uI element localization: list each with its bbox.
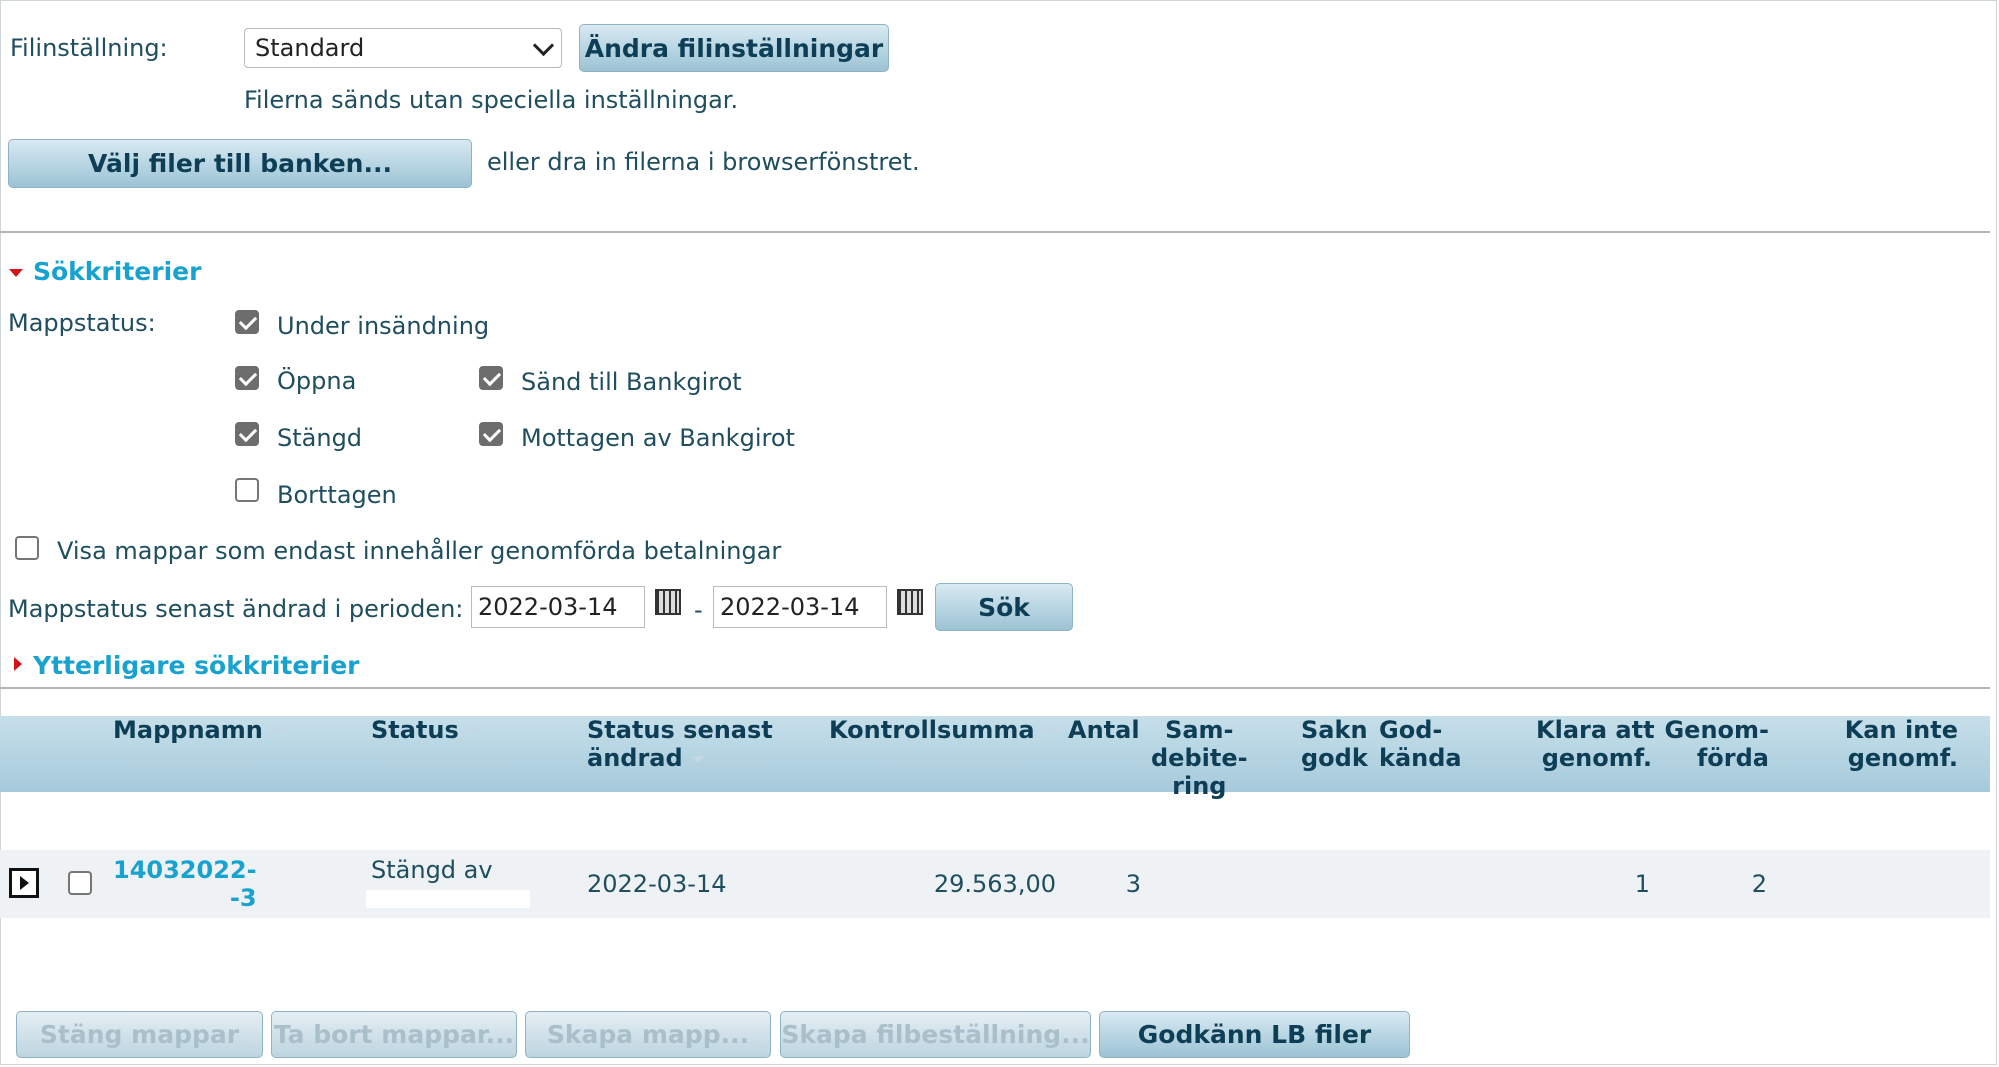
- label-under-sending: Under insändning: [277, 312, 490, 340]
- row-select-checkbox[interactable]: [68, 871, 92, 895]
- close-folders-button[interactable]: Stäng mappar: [16, 1011, 263, 1058]
- divider-top: [0, 231, 1990, 233]
- col-count: Antal: [1068, 716, 1140, 744]
- file-setting-selected-value: Standard: [255, 34, 365, 62]
- period-label: Mappstatus senast ändrad i perioden:: [8, 595, 464, 623]
- calendar-icon[interactable]: [655, 589, 681, 615]
- row-count: 3: [1125, 870, 1141, 898]
- create-file-order-button[interactable]: Skapa filbeställning...: [780, 1011, 1091, 1058]
- date-to-input[interactable]: 2022-03-14: [713, 586, 887, 628]
- chevron-down-icon: [532, 34, 555, 57]
- expand-arrow-icon[interactable]: [14, 657, 22, 671]
- row-status-changed: 2022-03-14: [587, 870, 727, 898]
- checkbox-open[interactable]: [235, 366, 259, 390]
- checkbox-received-bankgirot[interactable]: [479, 422, 503, 446]
- col-folder-name[interactable]: Mappnamn: [113, 716, 285, 744]
- collapse-arrow-icon[interactable]: [9, 269, 23, 277]
- delete-folders-button[interactable]: Ta bort mappar...: [271, 1011, 517, 1058]
- date-from-value: 2022-03-14: [478, 593, 618, 621]
- col-failed: Kan inte genomf.: [1844, 716, 1958, 772]
- col-checksum[interactable]: Kontrollsumma: [829, 716, 1057, 744]
- label-deleted: Borttagen: [277, 481, 397, 509]
- col-status[interactable]: Status: [371, 716, 481, 744]
- more-criteria-toggle[interactable]: Ytterligare sökkriterier: [33, 651, 359, 680]
- col-ready: Klara att genomf.: [1536, 716, 1655, 772]
- approve-lb-files-button[interactable]: Godkänn LB filer: [1099, 1011, 1410, 1058]
- sort-icon: [1042, 727, 1057, 735]
- checkbox-sent-bankgirot[interactable]: [479, 366, 503, 390]
- file-setting-select[interactable]: Standard: [244, 28, 562, 68]
- file-setting-label: Filinställning:: [10, 34, 168, 62]
- col-co-debit: Sam- debite- ring: [1151, 716, 1248, 800]
- checkbox-under-sending[interactable]: [235, 310, 259, 334]
- label-closed: Stängd: [277, 424, 363, 452]
- label-open: Öppna: [277, 367, 357, 395]
- date-separator: -: [694, 596, 703, 624]
- col-status-changed[interactable]: Status senast ändrad: [587, 716, 773, 772]
- sort-icon: [466, 727, 481, 735]
- table-header: Mappnamn Status Status senast ändrad Kon…: [0, 716, 1990, 800]
- folder-name-link[interactable]: 14032022- -3: [113, 856, 257, 912]
- checkbox-closed[interactable]: [235, 422, 259, 446]
- row-checksum: 29.563,00: [933, 870, 1056, 898]
- search-criteria-toggle[interactable]: Sökkriterier: [33, 257, 201, 286]
- checkbox-only-completed[interactable]: [15, 536, 39, 560]
- label-received-bankgirot: Mottagen av Bankgirot: [521, 424, 795, 452]
- create-folder-button[interactable]: Skapa mapp...: [525, 1011, 771, 1058]
- table-row: 14032022- -3 Stängd av 2022-03-14 29.563…: [0, 850, 1990, 918]
- calendar-icon[interactable]: [897, 589, 923, 615]
- col-missing-approval: Sakn godk: [1301, 716, 1368, 772]
- change-file-settings-button[interactable]: Ändra filinställningar: [579, 24, 889, 72]
- date-to-value: 2022-03-14: [720, 593, 860, 621]
- expand-row-icon[interactable]: [9, 868, 39, 898]
- folder-status-label: Mappstatus:: [8, 309, 156, 337]
- sort-icon: [270, 727, 285, 735]
- col-approved: God- kända: [1379, 716, 1462, 772]
- checkbox-deleted[interactable]: [235, 478, 259, 502]
- drag-hint: eller dra in filerna i browserfönstret.: [487, 148, 920, 176]
- choose-files-button[interactable]: Välj filer till banken...: [8, 139, 472, 188]
- sort-icon: [690, 755, 705, 763]
- divider-table: [0, 687, 1990, 689]
- row-completed: 2: [1751, 870, 1767, 898]
- redacted-field: [366, 890, 530, 908]
- row-ready: 1: [1634, 870, 1650, 898]
- date-from-input[interactable]: 2022-03-14: [471, 586, 645, 628]
- row-status: Stängd av: [371, 856, 493, 884]
- col-completed: Genom- förda: [1664, 716, 1769, 772]
- label-only-completed: Visa mappar som endast innehåller genomf…: [57, 537, 782, 565]
- file-setting-description: Filerna sänds utan speciella inställning…: [244, 86, 739, 114]
- search-button[interactable]: Sök: [935, 583, 1073, 631]
- label-sent-bankgirot: Sänd till Bankgirot: [521, 368, 742, 396]
